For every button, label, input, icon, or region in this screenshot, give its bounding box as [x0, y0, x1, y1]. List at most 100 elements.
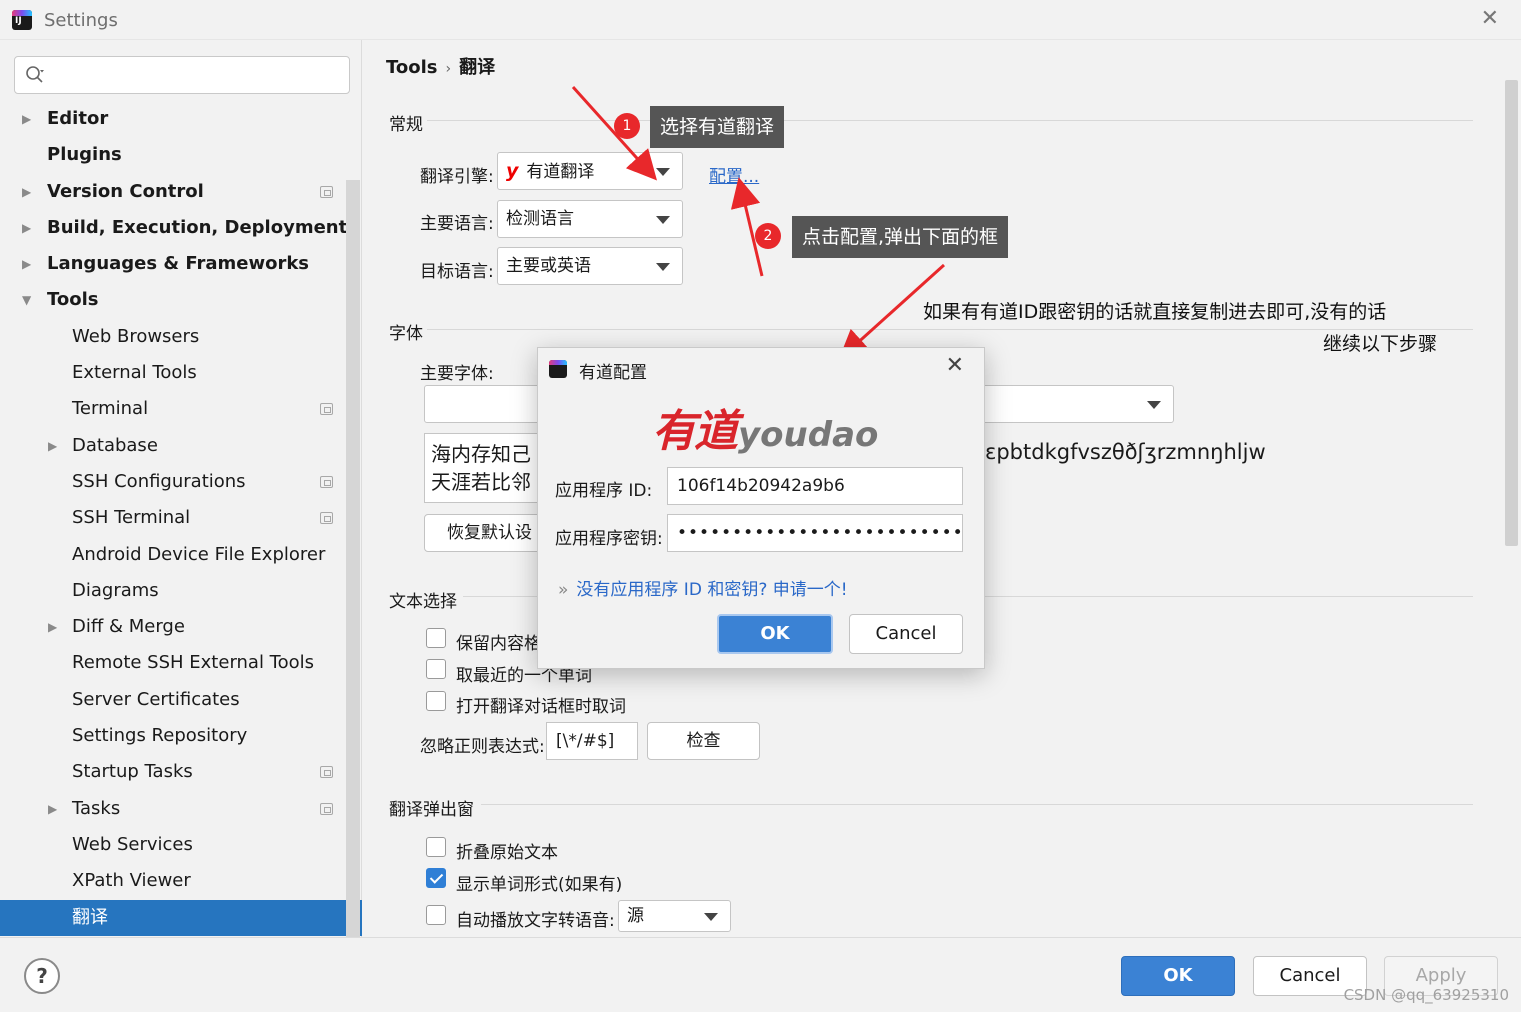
apply-credentials-link[interactable]: » 没有应用程序 ID 和密钥? 申请一个! [558, 575, 848, 600]
sidebar-item[interactable]: ▶ Diff & Merge [0, 609, 346, 645]
sidebar-item[interactable]: ▼ Tools [0, 282, 346, 318]
intellij-icon [549, 360, 567, 378]
sidebar-item[interactable]: Terminal [0, 391, 346, 427]
sidebar-item-label: Android Device File Explorer [72, 543, 326, 565]
font-preview-line-1: 海内存知己 [431, 442, 531, 466]
section-font-title: 字体 [389, 324, 423, 344]
sidebar-item[interactable]: SSH Terminal [0, 500, 346, 536]
content-scrollbar[interactable] [1505, 80, 1518, 546]
primary-language-select[interactable]: 检测语言 [497, 200, 683, 238]
project-scope-icon [320, 475, 333, 488]
collapse-arrow-icon[interactable]: ▶ [22, 174, 31, 210]
sidebar-item-label: Diagrams [72, 579, 159, 601]
sidebar-item[interactable]: Startup Tasks [0, 754, 346, 790]
breadcrumb-parent[interactable]: Tools [386, 57, 438, 78]
sidebar-item-label: SSH Configurations [72, 470, 246, 492]
sidebar-item[interactable]: SSH Configurations [0, 464, 346, 500]
word-forms-checkbox[interactable] [426, 868, 446, 888]
youdao-icon: y [506, 160, 519, 182]
fold-original-checkbox[interactable] [426, 837, 446, 857]
target-language-label: 目标语言: [420, 262, 494, 282]
annotation-note-line-2: 继续以下步骤 [1323, 333, 1438, 355]
nearest-word-checkbox[interactable] [426, 659, 446, 679]
dialog-ok-button[interactable]: OK [717, 614, 833, 654]
sidebar-item[interactable]: Remote SSH External Tools [0, 645, 346, 681]
sidebar-item[interactable]: ▶ Languages & Frameworks [0, 246, 346, 282]
sidebar-item[interactable]: XPath Viewer [0, 863, 346, 899]
sidebar-item[interactable]: ▶ Editor [0, 101, 346, 137]
sidebar-item[interactable]: 翻译 [0, 899, 362, 936]
ok-button[interactable]: OK [1121, 956, 1235, 996]
restore-defaults-button[interactable]: 恢复默认设 [424, 514, 542, 552]
sidebar-item[interactable]: ▶ Tasks [0, 791, 346, 827]
sidebar-item[interactable]: Web Browsers [0, 319, 346, 355]
sidebar-item[interactable]: ▶ Database [0, 428, 346, 464]
sidebar-item[interactable]: Web Services [0, 827, 346, 863]
annotation-badge-1: 1 [614, 113, 640, 139]
collapse-arrow-icon[interactable]: ▶ [22, 246, 31, 282]
collapse-arrow-icon[interactable]: ▶ [22, 210, 31, 246]
sidebar-item-label: Terminal [72, 398, 149, 420]
collapse-arrow-icon[interactable]: ▶ [22, 101, 31, 137]
chevron-down-icon [1147, 401, 1161, 409]
expand-arrow-icon[interactable]: ▼ [22, 282, 31, 318]
engine-label: 翻译引擎: [420, 167, 494, 187]
close-icon[interactable]: ✕ [1481, 6, 1499, 31]
project-scope-icon [320, 802, 333, 815]
bottom-bar: ? OK Cancel Apply CSDN @qq_63925310 [0, 937, 1521, 1012]
engine-select[interactable]: y 有道翻译 [497, 152, 683, 190]
sidebar-item-label: Plugins [47, 144, 122, 166]
sidebar-item-label: Tasks [72, 797, 121, 819]
sidebar-item[interactable]: Diagrams [0, 573, 346, 609]
sidebar-item-label: External Tools [72, 362, 197, 384]
sidebar-item-label: Editor [47, 108, 109, 129]
sidebar-item-label: 翻译 [72, 906, 108, 928]
sidebar-item-label: Build, Execution, Deployment [47, 216, 348, 238]
help-button[interactable]: ? [24, 958, 60, 994]
dialog-cancel-button[interactable]: Cancel [849, 614, 963, 654]
ignore-regex-input[interactable]: [\*/#$] [546, 722, 638, 760]
autoplay-tts-checkbox[interactable] [426, 905, 446, 925]
primary-font-label: 主要字体: [420, 364, 494, 384]
chevron-down-icon [656, 263, 670, 271]
sidebar-item[interactable]: Plugins [0, 137, 346, 173]
app-key-input[interactable]: •••••••••••••••••••••••••••••••• [667, 514, 963, 552]
sidebar-item-label: Web Services [72, 833, 193, 855]
app-id-input[interactable]: 106f14b20942a9b6 [667, 467, 963, 505]
sidebar-item[interactable]: Settings Repository [0, 718, 346, 754]
sidebar-item-label: Server Certificates [72, 688, 240, 710]
font-preview-line-2: 天涯若比邻 [431, 470, 531, 494]
collapse-arrow-icon[interactable]: ▶ [48, 428, 57, 464]
sidebar-item[interactable]: Server Certificates [0, 682, 346, 718]
breadcrumb-current: 翻译 [459, 57, 496, 78]
divider [481, 804, 1473, 805]
sidebar-item[interactable]: Android Device File Explorer [0, 537, 346, 573]
collapse-arrow-icon[interactable]: ▶ [48, 609, 57, 645]
sidebar-item[interactable]: ▶ Version Control [0, 174, 346, 210]
search-input[interactable] [14, 56, 350, 94]
watermark: CSDN @qq_63925310 [1343, 986, 1509, 1004]
annotation-badge-2: 2 [755, 223, 781, 249]
sidebar-item-label: Startup Tasks [72, 761, 193, 783]
configure-link[interactable]: 配置... [709, 162, 759, 187]
primary-language-label: 主要语言: [420, 214, 494, 234]
sidebar-item-label: SSH Terminal [72, 507, 191, 529]
sidebar-item-label: Database [72, 434, 158, 456]
target-language-select[interactable]: 主要或英语 [497, 247, 683, 285]
take-word-on-open-checkbox[interactable] [426, 691, 446, 711]
sidebar-scrollbar[interactable] [346, 180, 360, 937]
sidebar-item-label: Settings Repository [72, 725, 248, 747]
target-language-value: 主要或英语 [506, 256, 591, 276]
check-button[interactable]: 检查 [647, 722, 760, 760]
settings-tree: ▶ Editor Plugins ▶ Version Control ▶ Build, Ex… [0, 101, 362, 936]
apply-credentials-text: 没有应用程序 ID 和密钥? 申请一个! [576, 580, 848, 600]
close-icon[interactable]: ✕ [946, 353, 964, 378]
keep-format-checkbox[interactable] [426, 628, 446, 648]
youdao-logo-cn: 有道 [652, 406, 738, 457]
sidebar-item[interactable]: External Tools [0, 355, 346, 391]
sidebar-item[interactable]: ▶ Build, Execution, Deployment [0, 210, 348, 246]
autoplay-source-select[interactable]: 源 [618, 900, 731, 932]
collapse-arrow-icon[interactable]: ▶ [48, 791, 57, 827]
youdao-config-dialog: 有道配置 ✕ 有道youdao 应用程序 ID: 106f14b20942a9b… [537, 347, 985, 669]
project-scope-icon [320, 512, 333, 525]
